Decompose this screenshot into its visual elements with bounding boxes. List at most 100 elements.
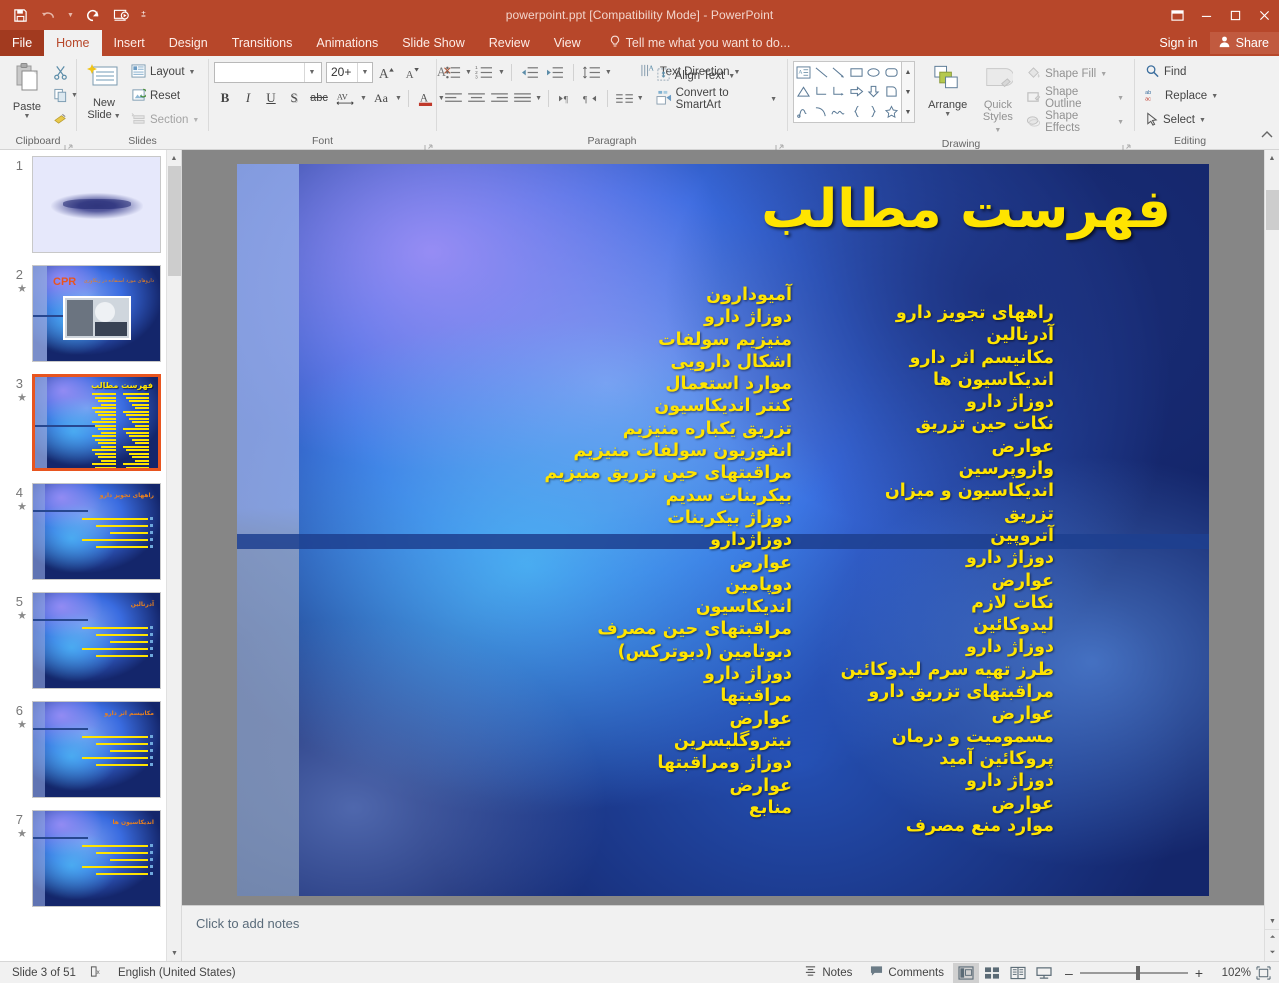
zoom-knob[interactable] — [1136, 966, 1140, 980]
slide-thumbnail-5[interactable]: آدرنالین — [32, 592, 161, 689]
font-size-dropdown-icon[interactable]: ▼ — [357, 63, 372, 82]
thumbnail-scroll-up-icon[interactable]: ▲ — [167, 150, 181, 166]
down-arrow-shape-icon[interactable] — [865, 82, 883, 101]
find-button[interactable]: Find — [1140, 61, 1223, 83]
rtl-text-direction-icon[interactable]: ¶ — [578, 88, 600, 110]
left-brace-shape-icon[interactable] — [848, 102, 866, 121]
tab-animations[interactable]: Animations — [304, 30, 390, 56]
normal-view-button[interactable] — [953, 963, 979, 983]
strikethrough-button[interactable]: abc — [306, 87, 332, 109]
slide-content-right-column[interactable]: راههای تجویز داروآدرنالینمکانیسم اثر دار… — [841, 302, 1054, 837]
shapes-more-icon[interactable]: ▼ — [902, 102, 913, 122]
tab-view[interactable]: View — [542, 30, 593, 56]
shapes-scroll-up-icon[interactable]: ▲ — [902, 62, 913, 82]
zoom-out-button[interactable]: – — [1065, 965, 1073, 981]
redo-icon[interactable] — [80, 3, 106, 27]
tab-home[interactable]: Home — [44, 30, 101, 56]
scroll-down-icon[interactable]: ▼ — [1265, 913, 1279, 929]
scroll-up-icon[interactable]: ▲ — [1265, 150, 1279, 166]
select-dropdown-icon[interactable]: ▼ — [1199, 117, 1206, 124]
right-brace-shape-icon[interactable] — [865, 102, 883, 121]
tab-slide-show[interactable]: Slide Show — [390, 30, 477, 56]
format-painter-icon[interactable] — [49, 107, 71, 129]
zoom-in-button[interactable]: + — [1195, 965, 1203, 981]
ltr-text-direction-icon[interactable]: ¶ — [555, 88, 577, 110]
fit-slide-icon[interactable] — [1251, 963, 1275, 983]
thumbnail-item[interactable]: 3★ فهرست مطالب — [0, 374, 181, 471]
numbering-dropdown-icon[interactable]: ▼ — [498, 69, 505, 76]
font-dialog-launcher-icon[interactable] — [424, 140, 433, 149]
tab-transitions[interactable]: Transitions — [220, 30, 305, 56]
reading-view-button[interactable] — [1005, 963, 1031, 983]
thumbnail-item[interactable]: 6★ مکانیسم اثر دارو — [0, 701, 181, 798]
sign-in-button[interactable]: Sign in — [1147, 36, 1209, 50]
replace-dropdown-icon[interactable]: ▼ — [1211, 93, 1218, 100]
collapse-ribbon-icon[interactable] — [1259, 125, 1275, 147]
text-shadow-button[interactable]: S — [283, 87, 305, 109]
replace-button[interactable]: abac Replace ▼ — [1140, 85, 1223, 107]
slide-canvas[interactable]: فهرست مطالب راههای تجویز داروآدرنالینمکا… — [237, 164, 1209, 896]
slide-thumbnail-4[interactable]: راههای تجویز دارو — [32, 483, 161, 580]
slide-thumbnail-3[interactable]: فهرست مطالب — [32, 374, 161, 471]
font-size-combo[interactable]: 20+ ▼ — [326, 62, 373, 83]
convert-to-smartart-button[interactable]: Convert to SmartArt ▼ — [651, 88, 782, 110]
shape-fill-button[interactable]: Shape Fill ▼ — [1021, 63, 1129, 85]
notes-pane[interactable]: Click to add notes — [182, 905, 1264, 961]
spellcheck-icon[interactable]: x — [90, 965, 104, 981]
scroll-thumb[interactable] — [1266, 190, 1279, 230]
section-button[interactable]: Section ▼ — [126, 109, 204, 131]
clipboard-dialog-launcher-icon[interactable] — [64, 140, 73, 149]
tab-file[interactable]: File — [0, 30, 44, 56]
tab-review[interactable]: Review — [477, 30, 542, 56]
reset-button[interactable]: Reset — [126, 85, 204, 107]
shapes-scroll-down-icon[interactable]: ▼ — [902, 82, 913, 102]
thumbnail-item[interactable]: 2★ CPR داروهای مورد استفاده در ریکاوری — [0, 265, 181, 362]
elbow-arrow-connector-shape-icon[interactable] — [830, 82, 848, 101]
decrease-indent-icon[interactable] — [518, 61, 542, 83]
tell-me-search[interactable]: Tell me what you want to do... — [609, 30, 791, 56]
thumbnail-item[interactable]: 7★ اندیکاسیون ها — [0, 810, 181, 907]
line-spacing-icon[interactable] — [580, 61, 604, 83]
align-right-icon[interactable] — [489, 88, 511, 110]
zoom-level[interactable]: 102% — [1211, 967, 1251, 979]
notes-button[interactable]: Notes — [795, 963, 861, 983]
elbow-connector-shape-icon[interactable] — [813, 82, 831, 101]
select-button[interactable]: Select ▼ — [1140, 109, 1223, 131]
flowchart-shape-icon[interactable] — [883, 82, 901, 101]
slide-thumbnail-2[interactable]: CPR داروهای مورد استفاده در ریکاوری — [32, 265, 161, 362]
undo-dropdown-icon[interactable]: ▼ — [63, 3, 78, 27]
font-name-combo[interactable]: ▼ — [214, 62, 322, 83]
cut-icon[interactable] — [49, 61, 71, 83]
maximize-button[interactable] — [1221, 0, 1250, 30]
copy-icon[interactable] — [49, 84, 71, 106]
increase-indent-icon[interactable] — [543, 61, 567, 83]
shape-effects-button[interactable]: Shape Effects ▼ — [1021, 111, 1129, 133]
thumbnail-scrollbar[interactable]: ▲ ▼ — [166, 150, 181, 961]
scribble-shape-icon[interactable] — [830, 102, 848, 121]
increase-font-size-icon[interactable]: A — [375, 61, 399, 83]
start-slideshow-icon[interactable] — [108, 3, 134, 27]
curve-shape-icon[interactable] — [813, 102, 831, 121]
arrange-button[interactable]: Arrange ▼ — [921, 61, 975, 121]
bold-button[interactable]: B — [214, 87, 236, 109]
decrease-font-size-icon[interactable]: A — [401, 61, 425, 83]
zoom-track[interactable] — [1080, 972, 1188, 974]
tab-insert[interactable]: Insert — [102, 30, 157, 56]
arrange-dropdown-icon[interactable]: ▼ — [944, 111, 951, 118]
paste-button[interactable]: Paste ▼ — [5, 59, 49, 123]
smartart-dropdown-icon[interactable]: ▼ — [770, 96, 777, 103]
slide-content-left-column[interactable]: آمیوداروندوزاژ دارومنیزیم سولفاتاشکال دا… — [544, 284, 792, 819]
share-button[interactable]: Share — [1210, 32, 1279, 54]
freeform-shape-icon[interactable] — [795, 102, 813, 121]
thumbnail-item[interactable]: 1 — [0, 156, 181, 253]
shapes-gallery-scroll[interactable]: ▲ ▼ ▼ — [902, 61, 914, 123]
justify-dropdown-icon[interactable]: ▼ — [535, 95, 542, 102]
paste-dropdown-icon[interactable]: ▼ — [24, 113, 31, 120]
change-case-icon[interactable]: Aa — [368, 87, 394, 109]
slide-thumbnail-6[interactable]: مکانیسم اثر دارو — [32, 701, 161, 798]
star-shape-icon[interactable] — [883, 102, 901, 121]
layout-button[interactable]: Layout ▼ — [126, 61, 204, 83]
slide-thumbnail-7[interactable]: اندیکاسیون ها — [32, 810, 161, 907]
italic-button[interactable]: I — [237, 87, 259, 109]
slide-sorter-view-button[interactable] — [979, 963, 1005, 983]
